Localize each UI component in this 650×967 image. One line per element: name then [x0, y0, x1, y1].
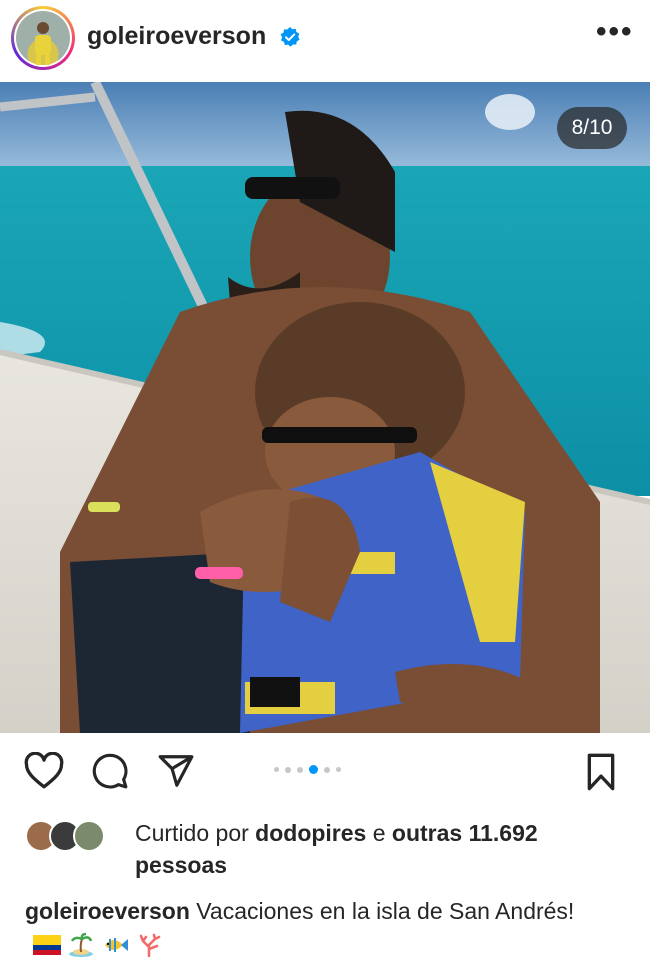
liker-username[interactable]: dodopires — [255, 820, 366, 846]
avatar-person-icon — [35, 22, 51, 65]
share-icon[interactable] — [157, 752, 195, 790]
carousel-dot — [274, 767, 279, 772]
post-image[interactable] — [0, 82, 650, 733]
carousel-indicator — [274, 765, 341, 774]
carousel-counter: 8/10 — [557, 107, 627, 149]
carousel-dot — [336, 767, 341, 772]
comment-icon[interactable] — [91, 752, 129, 790]
post-username[interactable]: goleiroeverson — [87, 22, 266, 51]
post-caption: goleiroeverson Vacaciones en la isla de … — [25, 895, 625, 959]
more-options-icon[interactable]: ••• — [596, 17, 634, 47]
caption-emojis — [33, 932, 163, 957]
coral-icon — [139, 933, 161, 957]
carousel-dot — [285, 766, 291, 773]
carousel-dot-active — [309, 765, 318, 774]
carousel-dot — [297, 766, 303, 773]
likes-count[interactable]: outras 11.692 — [392, 820, 538, 846]
likes-connector: e — [372, 820, 386, 846]
liker-avatar[interactable] — [73, 820, 105, 852]
boat-photo — [0, 82, 650, 733]
post-header: goleiroeverson ••• — [0, 0, 650, 82]
verified-badge-icon — [280, 27, 300, 47]
avatar[interactable] — [11, 6, 75, 70]
likes-prefix: Curtido por — [135, 820, 249, 846]
colombia-flag-icon — [33, 934, 61, 955]
likes-text[interactable]: Curtido por dodopires e outras 11.692 pe… — [135, 817, 635, 881]
heart-icon[interactable] — [24, 752, 64, 790]
carousel-dot — [324, 766, 330, 773]
caption-username[interactable]: goleiroeverson — [25, 898, 190, 924]
tropical-fish-icon — [105, 937, 128, 952]
likes-suffix[interactable]: pessoas — [135, 852, 227, 878]
bookmark-icon[interactable] — [584, 752, 618, 792]
desert-island-icon — [69, 932, 93, 957]
caption-text: Vacaciones en la isla de San Andrés! — [196, 898, 575, 924]
